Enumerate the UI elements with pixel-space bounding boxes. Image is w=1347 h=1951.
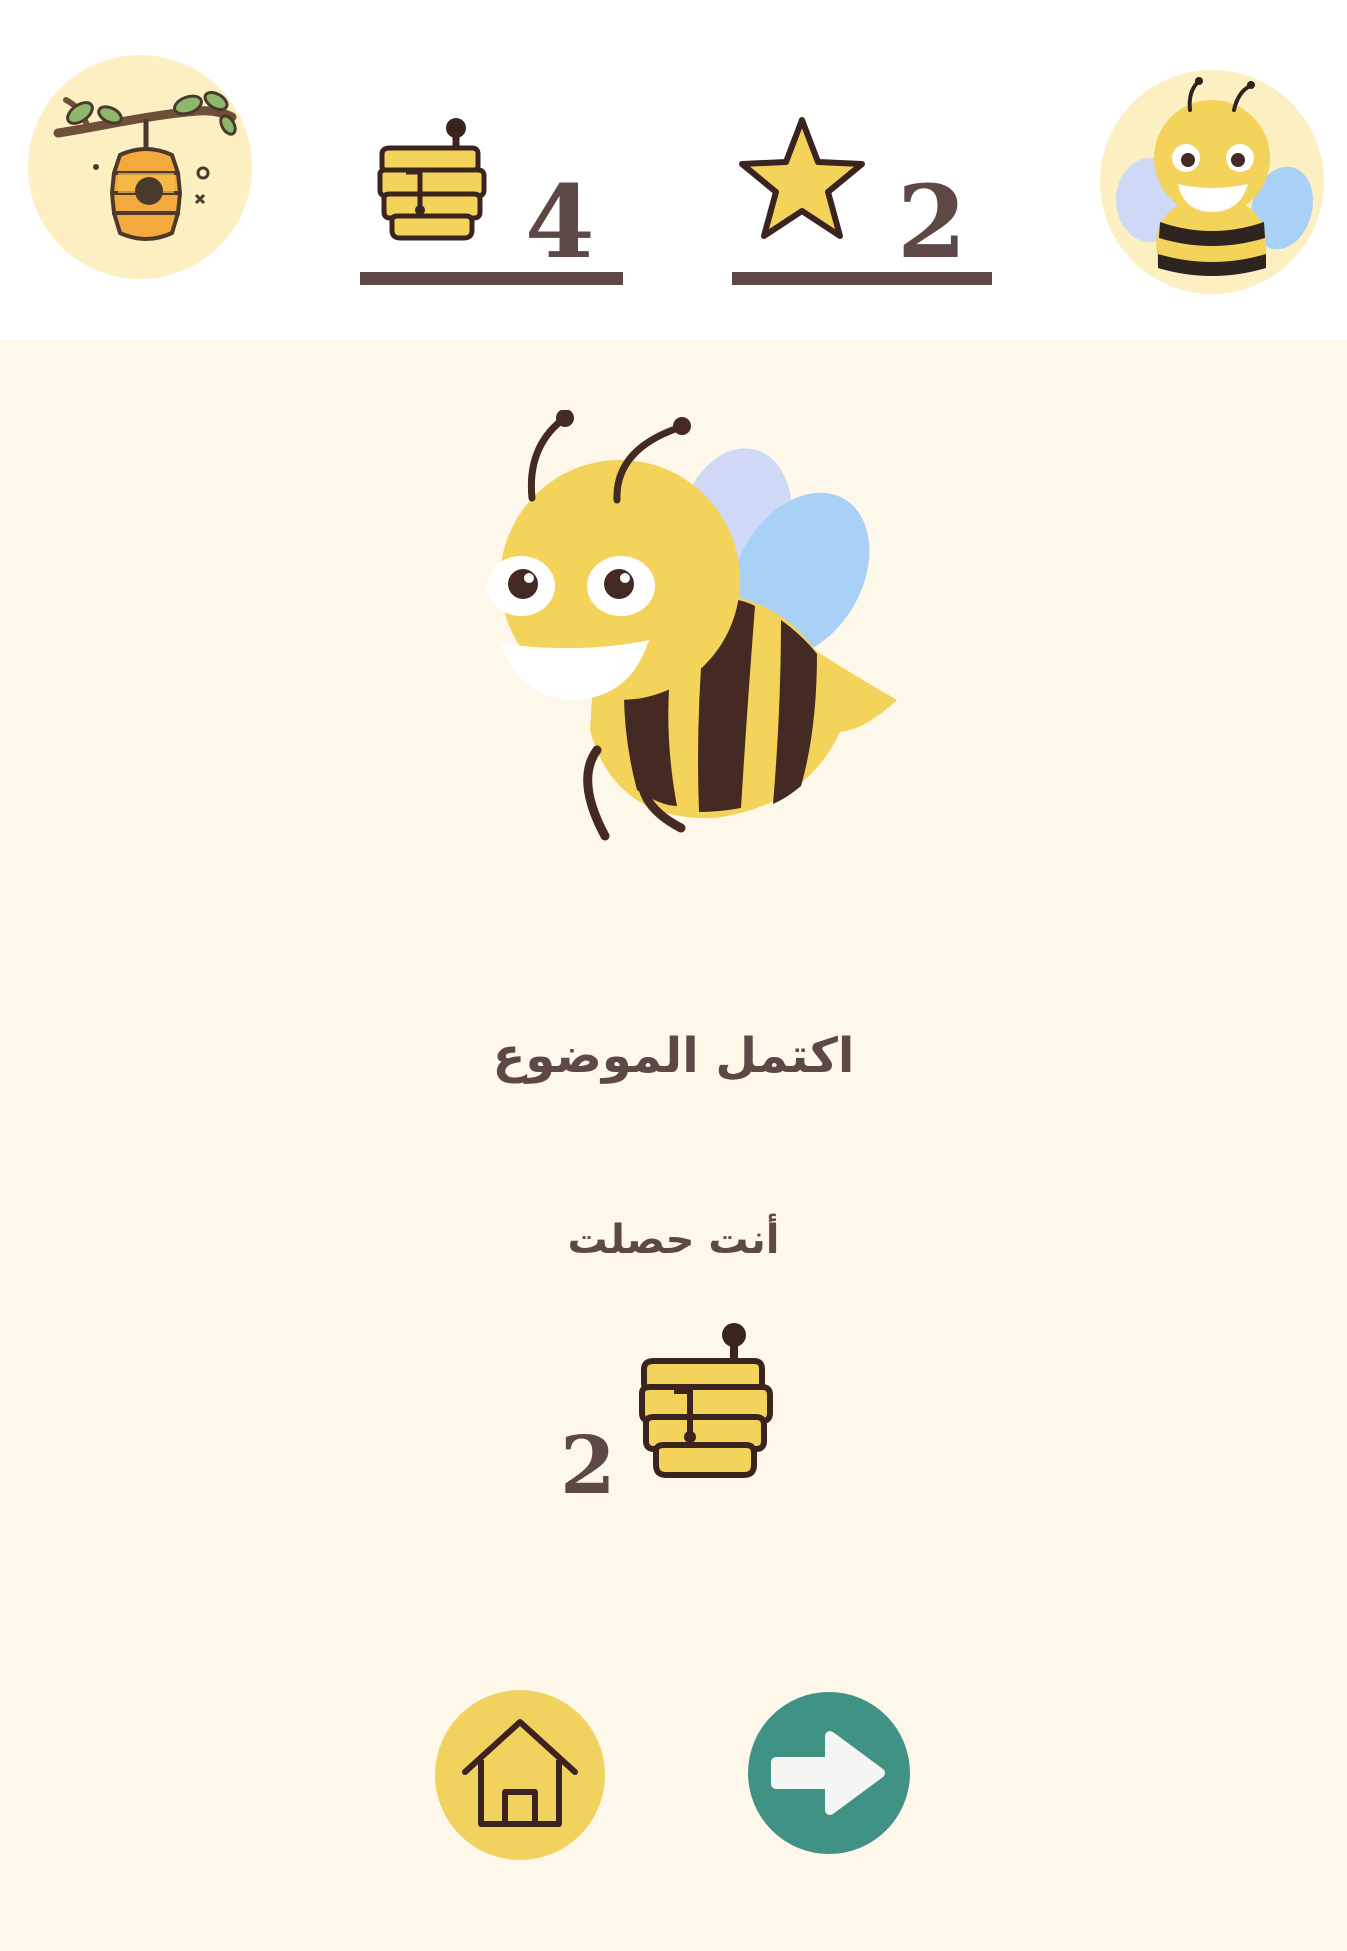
home-icon [462,1719,578,1827]
star-icon [739,117,865,239]
arrow-right-icon [771,1731,885,1815]
next-button[interactable] [748,1692,910,1854]
completion-title: اكتمل الموضوع [492,1028,855,1084]
star-count: 2 [897,163,967,281]
reward-display: 2 [550,1315,790,1505]
beehive-icon [53,90,237,241]
star-counter: 2 [732,110,992,285]
honeycomb-icon [639,1323,773,1478]
bee-illustration [445,410,905,870]
star-underline [732,272,992,285]
honey-counter: 4 [360,110,623,285]
honeycomb-icon [377,118,487,241]
reward-caption: أنت حصلت [567,1217,780,1263]
top-bar: 4 2 [0,0,1347,340]
bee-avatar-icon [1116,77,1313,276]
hive-button[interactable] [28,55,252,279]
profile-avatar[interactable] [1100,70,1324,294]
honey-underline [360,272,623,285]
bee-mascot-icon [487,410,897,841]
home-button[interactable] [435,1690,605,1860]
honey-count: 4 [525,163,595,281]
